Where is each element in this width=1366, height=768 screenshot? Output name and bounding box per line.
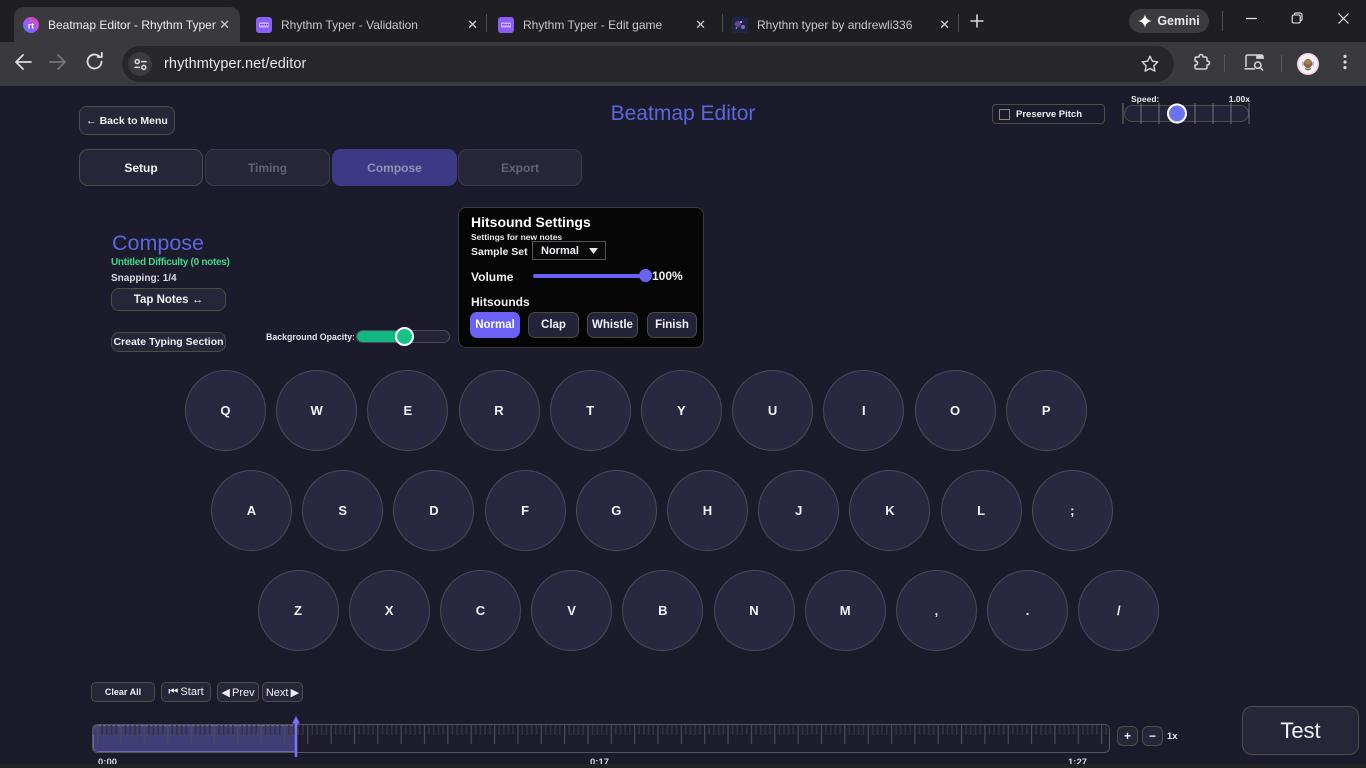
svg-text:rt: rt [28, 20, 34, 30]
